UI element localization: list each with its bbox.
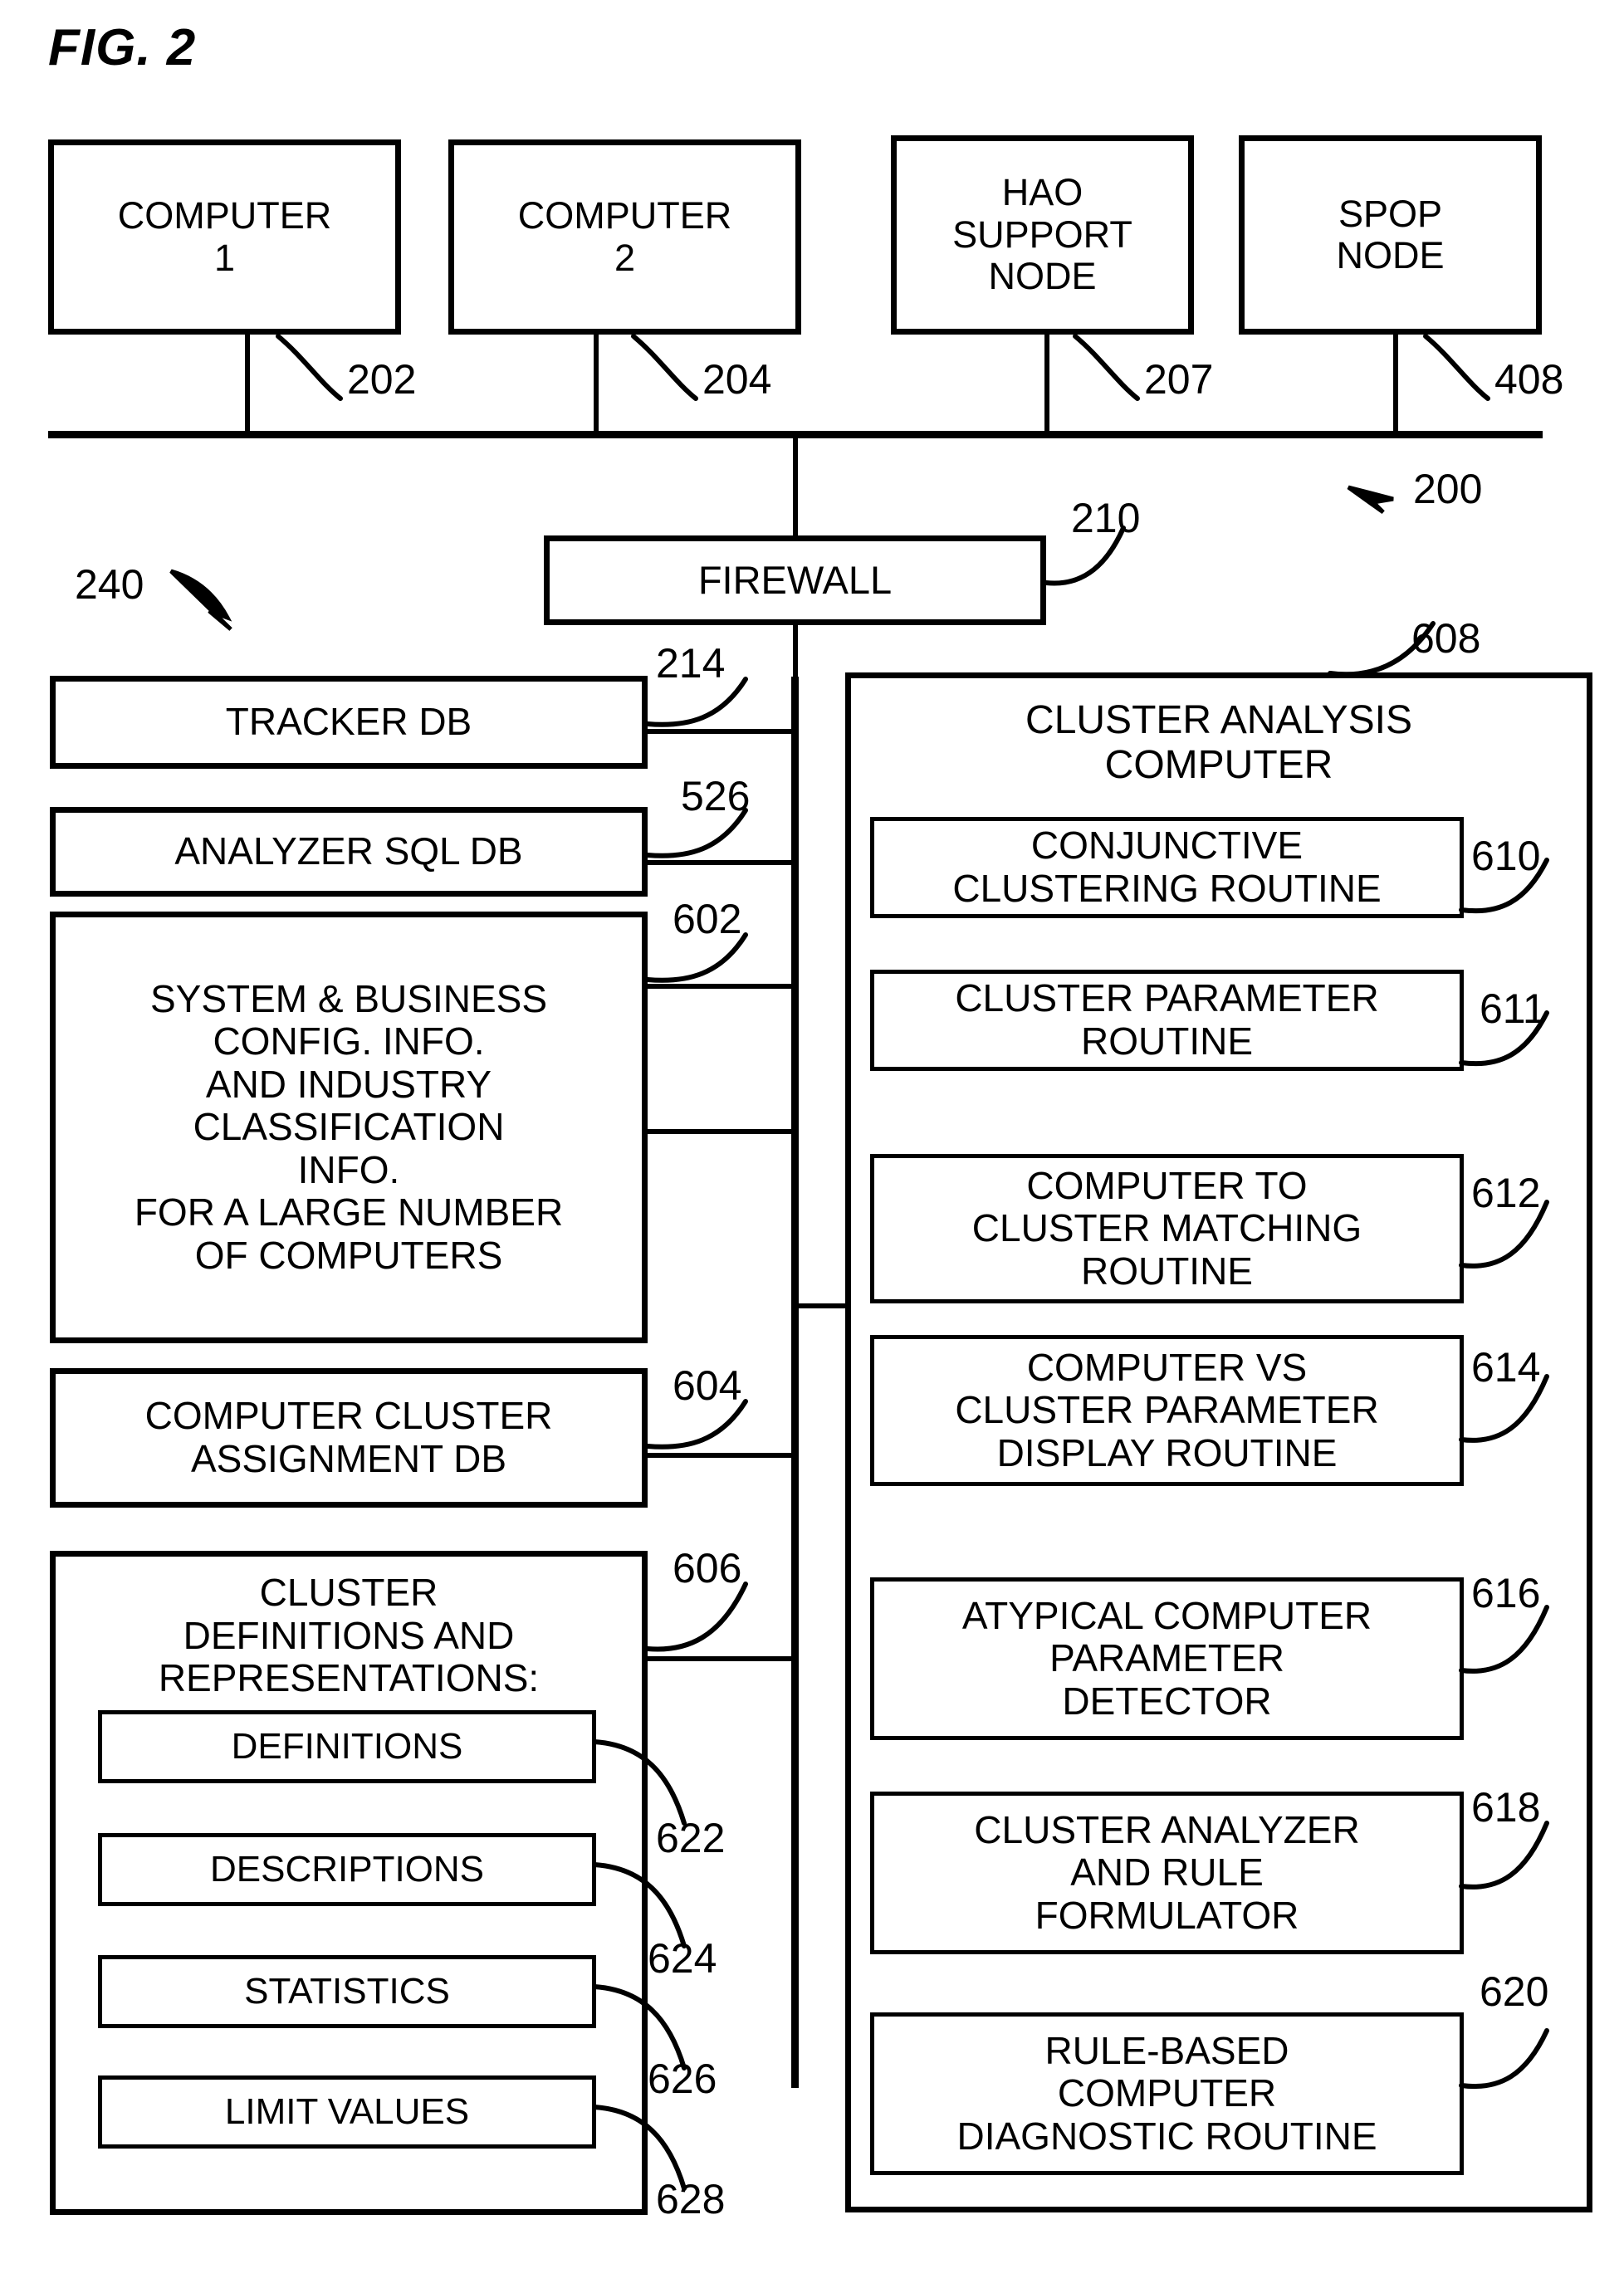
- db-system-business-config-label: SYSTEM & BUSINESS CONFIG. INFO. AND INDU…: [134, 976, 564, 1277]
- ref-620: 620: [1480, 1968, 1549, 2015]
- cluster-analysis-computer-label: CLUSTER ANALYSIS COMPUTER: [1025, 698, 1412, 787]
- ref-526: 526: [681, 773, 751, 819]
- routine-atypical-computer-parameter-detector-label: ATYPICAL COMPUTER PARAMETER DETECTOR: [961, 1593, 1372, 1723]
- ref-616: 616: [1471, 1570, 1541, 1616]
- drop-line-computer-1: [245, 332, 250, 437]
- connector-computer-cluster-assignment-db: [643, 1453, 797, 1458]
- ref-408: 408: [1494, 356, 1564, 403]
- internal-bus-spine: [791, 677, 799, 2088]
- cluster-definitions-item-limit-values: LIMIT VALUES: [98, 2075, 596, 2149]
- ref-240: 240: [75, 561, 144, 608]
- db-computer-cluster-assignment: COMPUTER CLUSTER ASSIGNMENT DB: [50, 1368, 648, 1508]
- connector-analyzer-sql-db: [643, 860, 797, 865]
- ref-626: 626: [648, 2056, 717, 2102]
- cluster-definitions-item-limit-values-label: LIMIT VALUES: [224, 2091, 470, 2133]
- ref-612: 612: [1471, 1170, 1541, 1216]
- ref-610: 610: [1471, 833, 1541, 879]
- routine-cluster-analyzer-rule-formulator-label: CLUSTER ANALYZER AND RULE FORMULATOR: [974, 1807, 1360, 1937]
- node-computer-2-label: COMPUTER 2: [517, 194, 732, 279]
- ref-624: 624: [648, 1935, 717, 1982]
- figure-title: FIG. 2: [48, 19, 197, 76]
- ref-611: 611: [1480, 985, 1546, 1032]
- patent-figure-2: FIG. 2 COMPUTER 1 COMPUTER 2 HAO SUPPORT…: [0, 0, 1624, 2293]
- connector-spine-to-cluster-analysis-computer: [791, 1303, 849, 1308]
- db-system-business-config: SYSTEM & BUSINESS CONFIG. INFO. AND INDU…: [50, 912, 648, 1343]
- routine-conjunctive-clustering: CONJUNCTIVE CLUSTERING ROUTINE: [870, 817, 1464, 918]
- drop-line-spop: [1393, 332, 1398, 437]
- ref-210: 210: [1071, 495, 1141, 541]
- ref-602: 602: [673, 896, 742, 942]
- cluster-definitions-item-definitions: DEFINITIONS: [98, 1710, 596, 1783]
- db-tracker-label: TRACKER DB: [225, 700, 472, 744]
- cluster-definitions-item-statistics: STATISTICS: [98, 1955, 596, 2028]
- routine-computer-vs-cluster-parameter-display: COMPUTER VS CLUSTER PARAMETER DISPLAY RO…: [870, 1335, 1464, 1486]
- routine-computer-to-cluster-matching: COMPUTER TO CLUSTER MATCHING ROUTINE: [870, 1154, 1464, 1303]
- routine-cluster-parameter-label: CLUSTER PARAMETER ROUTINE: [955, 976, 1379, 1063]
- firewall-label: FIREWALL: [697, 557, 893, 602]
- db-computer-cluster-assignment-label: COMPUTER CLUSTER ASSIGNMENT DB: [144, 1394, 553, 1480]
- bus-to-firewall-line: [793, 431, 798, 539]
- routine-conjunctive-clustering-label: CONJUNCTIVE CLUSTERING ROUTINE: [952, 824, 1382, 910]
- cluster-definitions-item-statistics-label: STATISTICS: [244, 1971, 450, 2012]
- ref-604: 604: [673, 1362, 742, 1409]
- ref-606: 606: [673, 1545, 742, 1591]
- ref-622: 622: [656, 1815, 726, 1861]
- connector-system-business-config-bottom: [643, 1129, 797, 1134]
- node-hao-support: HAO SUPPORT NODE: [891, 135, 1194, 335]
- node-spop: SPOP NODE: [1239, 135, 1542, 335]
- connector-tracker-db: [643, 729, 797, 734]
- node-spop-label: SPOP NODE: [1336, 192, 1445, 276]
- ref-628: 628: [656, 2176, 726, 2222]
- node-computer-2: COMPUTER 2: [448, 139, 801, 335]
- drop-line-computer-2: [594, 332, 599, 437]
- node-hao-support-label: HAO SUPPORT NODE: [952, 171, 1132, 298]
- routine-cluster-analyzer-rule-formulator: CLUSTER ANALYZER AND RULE FORMULATOR: [870, 1792, 1464, 1954]
- ref-214: 214: [656, 640, 726, 687]
- routine-computer-to-cluster-matching-label: COMPUTER TO CLUSTER MATCHING ROUTINE: [971, 1163, 1362, 1293]
- cluster-definitions-item-descriptions: DESCRIPTIONS: [98, 1833, 596, 1906]
- routine-rule-based-computer-diagnostic: RULE-BASED COMPUTER DIAGNOSTIC ROUTINE: [870, 2012, 1464, 2175]
- db-analyzer-sql-label: ANALYZER SQL DB: [174, 829, 523, 873]
- ref-204: 204: [702, 356, 772, 403]
- connector-system-business-config-top: [643, 984, 797, 989]
- ref-618: 618: [1471, 1784, 1541, 1831]
- routine-computer-vs-cluster-parameter-display-label: COMPUTER VS CLUSTER PARAMETER DISPLAY RO…: [955, 1345, 1379, 1474]
- db-tracker: TRACKER DB: [50, 676, 648, 769]
- connector-cluster-definitions-group: [643, 1656, 797, 1661]
- cluster-definitions-item-descriptions-label: DESCRIPTIONS: [209, 1849, 485, 1890]
- cluster-definitions-group-label: CLUSTER DEFINITIONS AND REPRESENTATIONS:: [158, 1571, 540, 1700]
- cluster-definitions-item-definitions-label: DEFINITIONS: [231, 1726, 463, 1767]
- system-arrow-icon: [1347, 485, 1394, 515]
- ref-614: 614: [1471, 1344, 1541, 1391]
- firewall-to-spine-line: [793, 623, 798, 681]
- routine-atypical-computer-parameter-detector: ATYPICAL COMPUTER PARAMETER DETECTOR: [870, 1577, 1464, 1740]
- ref-202: 202: [347, 356, 417, 403]
- routine-rule-based-computer-diagnostic-label: RULE-BASED COMPUTER DIAGNOSTIC ROUTINE: [956, 2028, 1377, 2158]
- db-analyzer-sql: ANALYZER SQL DB: [50, 807, 648, 897]
- routine-cluster-parameter: CLUSTER PARAMETER ROUTINE: [870, 970, 1464, 1071]
- ref-207: 207: [1144, 356, 1214, 403]
- subsystem-arrow-icon: [169, 569, 232, 631]
- node-computer-1: COMPUTER 1: [48, 139, 401, 335]
- drop-line-hao-support: [1044, 332, 1049, 437]
- ref-608: 608: [1411, 615, 1481, 662]
- node-computer-1-label: COMPUTER 1: [117, 194, 332, 279]
- ref-200: 200: [1413, 466, 1483, 512]
- firewall-box: FIREWALL: [544, 535, 1046, 625]
